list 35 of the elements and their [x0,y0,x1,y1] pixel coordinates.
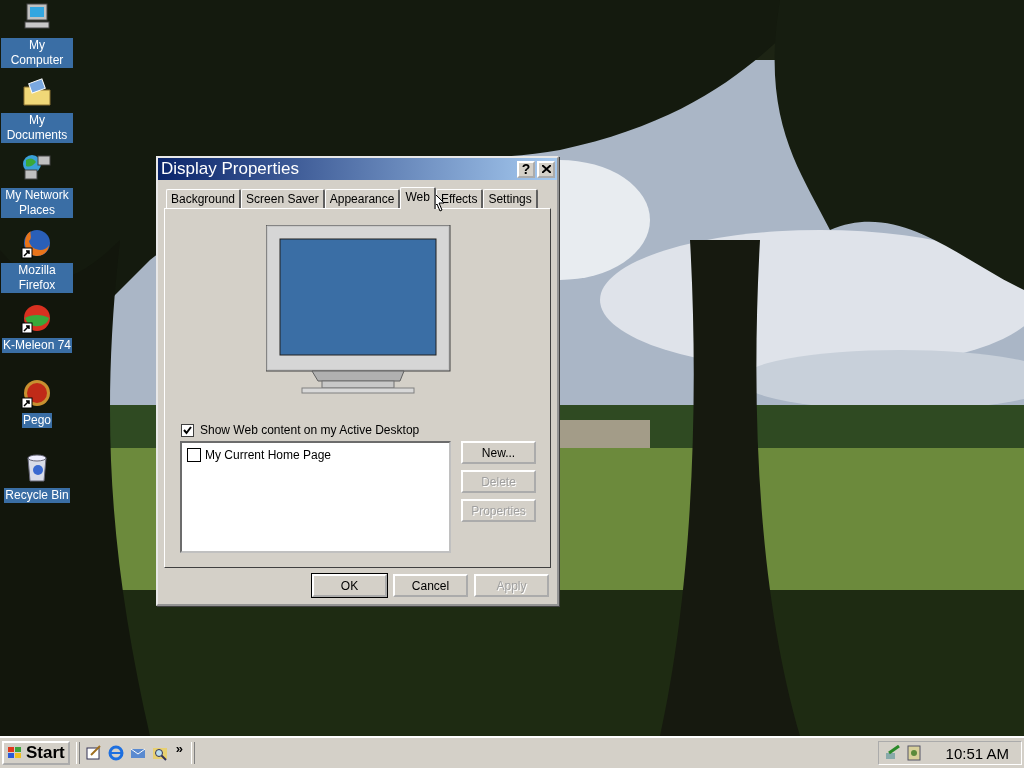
globe-icon[interactable] [21,227,53,259]
close-icon [541,165,551,173]
clock: 10:51 AM [945,744,1009,762]
button[interactable]: Cancel [393,574,468,597]
button[interactable]: New... [461,441,536,464]
browser-icon[interactable] [107,745,124,761]
icon-label[interactable]: K-Meleon 74 [1,338,72,353]
search-icon[interactable] [151,745,168,761]
more-button[interactable]: » [173,741,185,756]
icon-label[interactable]: Recycle Bin [4,488,70,503]
start-button[interactable]: Start [2,741,70,765]
icon-label[interactable]: Pego [22,413,52,428]
tab[interactable]: Screen Saver [241,189,325,208]
windows-logo-icon [7,746,23,760]
tab[interactable]: Settings [483,189,538,208]
close-button[interactable] [537,160,555,178]
tab[interactable]: Web [400,187,436,209]
button[interactable]: OK [312,574,387,597]
document-icon[interactable] [907,745,921,761]
ball-icon[interactable] [21,302,53,334]
window-title: Display Properties [161,159,300,179]
icon-label[interactable]: Mozilla Firefox [1,263,73,293]
desktop-icon[interactable] [85,745,102,761]
icon-label[interactable]: My Network Places [1,188,73,218]
ball-icon[interactable] [21,377,53,409]
checkbox-label: Show Web content on my Active Desktop [200,423,420,437]
tab[interactable]: Background [166,189,242,208]
icon-label[interactable]: My Computer [1,38,73,68]
folder-icon[interactable] [21,77,53,109]
icon-label[interactable]: My Documents [1,113,73,143]
tab[interactable]: Appearance [324,189,401,208]
list-item[interactable]: My Current Home Page [205,448,332,462]
checkbox[interactable] [187,448,201,462]
help-button[interactable]: ? [517,160,535,178]
checkbox[interactable] [181,423,194,437]
